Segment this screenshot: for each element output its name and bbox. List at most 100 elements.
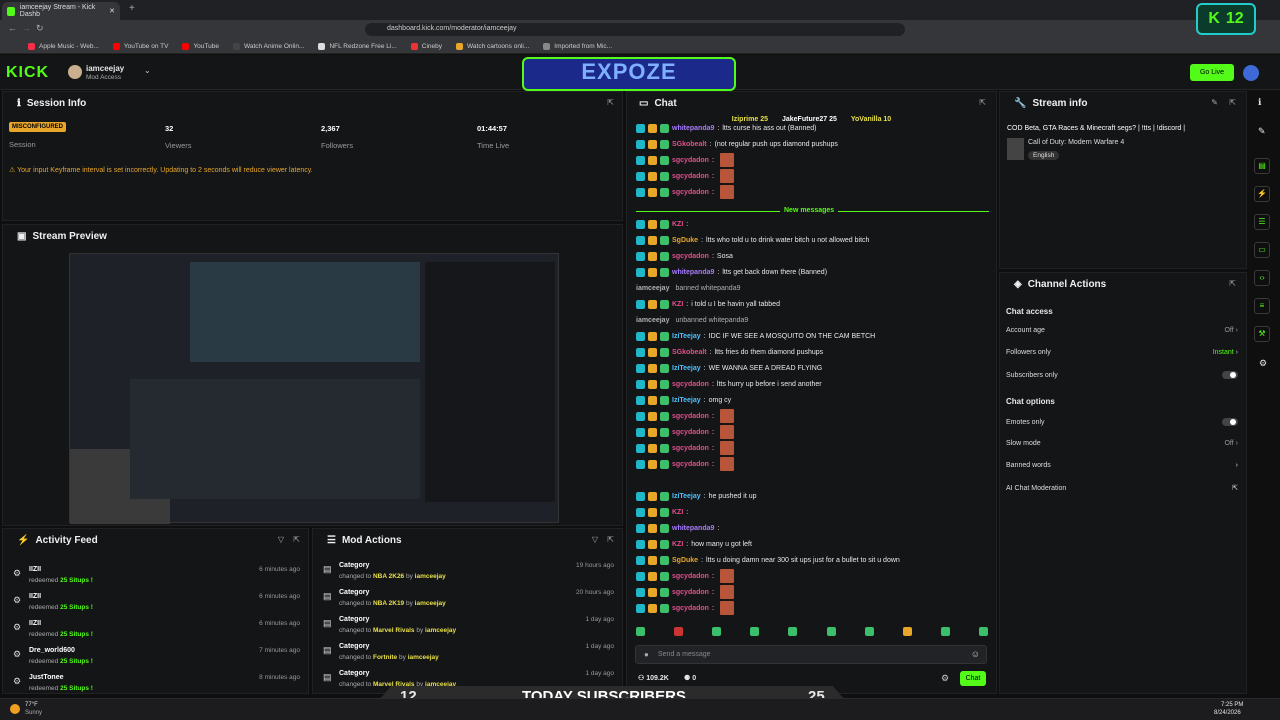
bookmark-item[interactable]: Watch Anime Onlin... xyxy=(232,42,304,50)
chat-username[interactable]: iamceejay xyxy=(636,285,669,292)
chat-username[interactable]: KZI xyxy=(672,221,683,228)
chat-username[interactable]: sgcydadon xyxy=(672,157,709,164)
activity-user[interactable]: IIZII xyxy=(29,620,41,627)
chat-username[interactable]: SGkobealt xyxy=(672,349,707,356)
edit-icon[interactable]: ✎ xyxy=(1258,126,1266,137)
url-field[interactable]: dashboard.kick.com/moderator/iamceejay xyxy=(365,23,905,36)
popout-icon[interactable]: ⇱ xyxy=(607,98,614,107)
forward-icon[interactable]: → xyxy=(22,23,31,33)
bookmark-item[interactable]: Cineby xyxy=(410,42,442,50)
avatar[interactable] xyxy=(68,65,82,79)
chat-username[interactable]: KZI xyxy=(672,301,683,308)
panel-title: Session Info xyxy=(26,97,87,109)
chat-username[interactable]: SgDuke xyxy=(672,237,698,244)
chat-username[interactable]: sgcydadon xyxy=(672,589,709,596)
activity-user[interactable]: IIZII xyxy=(29,566,41,573)
popout-icon[interactable]: ⇱ xyxy=(1229,98,1236,107)
reload-icon[interactable]: ↻ xyxy=(36,23,44,34)
chat-input[interactable]: ● Send a message ☺ xyxy=(635,645,987,664)
popout-icon[interactable]: ⇱ xyxy=(1229,279,1236,288)
new-tab-icon[interactable]: + xyxy=(129,3,135,14)
rail-code-icon[interactable]: ‹› xyxy=(1254,270,1270,286)
chat-username[interactable]: whitepanda9 xyxy=(672,269,714,276)
emote-icon[interactable] xyxy=(826,627,836,636)
chat-username[interactable]: sgcydadon xyxy=(672,189,709,196)
slow-mode-row[interactable]: Slow mode Off › xyxy=(1006,440,1238,447)
chat-username[interactable]: KZI xyxy=(672,541,683,548)
gear-icon[interactable]: ⚙ xyxy=(941,673,949,684)
close-icon[interactable]: ✕ xyxy=(109,7,115,15)
emote-icon[interactable] xyxy=(788,627,798,636)
chat-username[interactable]: sgcydadon xyxy=(672,173,709,180)
emote-icon[interactable] xyxy=(864,627,874,636)
chat-username[interactable]: IziTeejay xyxy=(672,493,701,500)
rail-chat-icon[interactable]: ▭ xyxy=(1254,242,1270,258)
chat-message: sgcydadon: xyxy=(636,441,734,455)
emote-icon[interactable] xyxy=(978,627,988,636)
chat-username[interactable]: SgDuke xyxy=(672,557,698,564)
chat-username[interactable]: sgcydadon xyxy=(672,381,709,388)
top-gifter[interactable]: YoVanilla 10 xyxy=(851,116,891,131)
rail-list-icon[interactable]: ☰ xyxy=(1254,214,1270,230)
chat-username[interactable]: IziTeejay xyxy=(672,333,701,340)
emote-icon[interactable] xyxy=(940,627,950,636)
emote-icon[interactable] xyxy=(750,627,760,636)
browser-tab[interactable]: iamceejay Stream - Kick Dashb ✕ xyxy=(2,2,120,20)
account-age-row[interactable]: Account age Off › xyxy=(1006,327,1238,334)
emote-icon[interactable] xyxy=(902,627,912,636)
chat-username[interactable]: iamceejay xyxy=(636,317,669,324)
rail-wrench-icon[interactable]: ⚒ xyxy=(1254,326,1270,342)
back-icon[interactable]: ← xyxy=(8,23,17,33)
chat-username[interactable]: KZI xyxy=(672,509,683,516)
emote-icon[interactable] xyxy=(674,627,684,636)
chat-username[interactable]: sgcydadon xyxy=(672,605,709,612)
rail-layers-icon[interactable]: ≡ xyxy=(1254,298,1270,314)
chat-username[interactable]: sgcydadon xyxy=(672,573,709,580)
emotes-only-toggle[interactable] xyxy=(1222,418,1238,426)
rail-extra-icon[interactable]: ⚙ xyxy=(1259,358,1267,369)
stream-preview-video[interactable] xyxy=(69,253,559,524)
emote-icon[interactable] xyxy=(636,627,645,636)
chat-username[interactable]: sgcydadon xyxy=(672,413,709,420)
chat-username[interactable]: whitepanda9 xyxy=(672,525,714,532)
chat-badge-icon xyxy=(648,379,657,389)
popout-icon[interactable]: ⇱ xyxy=(293,535,300,544)
popout-icon[interactable]: ⇱ xyxy=(607,535,614,544)
chat-username[interactable]: sgcydadon xyxy=(672,461,709,468)
rail-panel-icon[interactable]: ▤ xyxy=(1254,158,1270,174)
chevron-down-icon[interactable]: ⌄ xyxy=(144,66,151,75)
activity-user[interactable]: Dre_world600 xyxy=(29,647,75,654)
filter-icon[interactable]: ▽ xyxy=(278,535,284,544)
bookmark-item[interactable]: NFL Redzone Free Li... xyxy=(318,42,397,50)
filter-icon[interactable]: ▽ xyxy=(592,535,598,544)
profile-avatar[interactable] xyxy=(1243,65,1259,81)
activity-user[interactable]: IIZII xyxy=(29,593,41,600)
emote-icon[interactable] xyxy=(712,627,722,636)
chat-username[interactable]: SGkobealt xyxy=(672,141,707,148)
bookmark-item[interactable]: Watch cartoons onli... xyxy=(456,42,529,50)
rail-lightning-icon[interactable]: ⚡ xyxy=(1254,186,1270,202)
banned-words-row[interactable]: Banned words › xyxy=(1006,462,1238,469)
chat-username[interactable]: sgcydadon xyxy=(672,429,709,436)
followers-only-row[interactable]: Followers only Instant › xyxy=(1006,349,1238,356)
activity-user[interactable]: JustTonee xyxy=(29,674,64,681)
chat-username[interactable]: sgcydadon xyxy=(672,445,709,452)
chat-username[interactable]: IziTeejay xyxy=(672,365,701,372)
popout-icon[interactable]: ⇱ xyxy=(979,98,986,107)
chat-username[interactable]: whitepanda9 xyxy=(672,125,714,132)
emoji-icon[interactable]: ☺ xyxy=(971,649,980,659)
info-icon[interactable]: ℹ xyxy=(1258,97,1261,108)
stream-category[interactable]: Call of Duty: Modern Warfare 4 xyxy=(1028,139,1124,146)
edit-icon[interactable]: ✎ xyxy=(1211,98,1218,107)
go-live-button[interactable]: Go Live xyxy=(1190,64,1234,81)
subscribers-only-toggle[interactable] xyxy=(1222,371,1238,379)
chat-username[interactable]: IziTeejay xyxy=(672,397,701,404)
bookmark-item[interactable]: YouTube on TV xyxy=(112,42,168,50)
ai-moderation-row[interactable]: AI Chat Moderation ⇱ xyxy=(1006,484,1238,493)
bookmark-item[interactable]: Imported from Mic... xyxy=(543,42,612,50)
bookmark-item[interactable]: Apple Music - Web... xyxy=(28,42,99,50)
bookmark-item[interactable]: YouTube xyxy=(182,42,219,50)
chat-username[interactable]: sgcydadon xyxy=(672,253,709,260)
kick-logo[interactable]: KICK xyxy=(6,64,49,82)
send-chat-button[interactable]: Chat xyxy=(960,671,986,686)
